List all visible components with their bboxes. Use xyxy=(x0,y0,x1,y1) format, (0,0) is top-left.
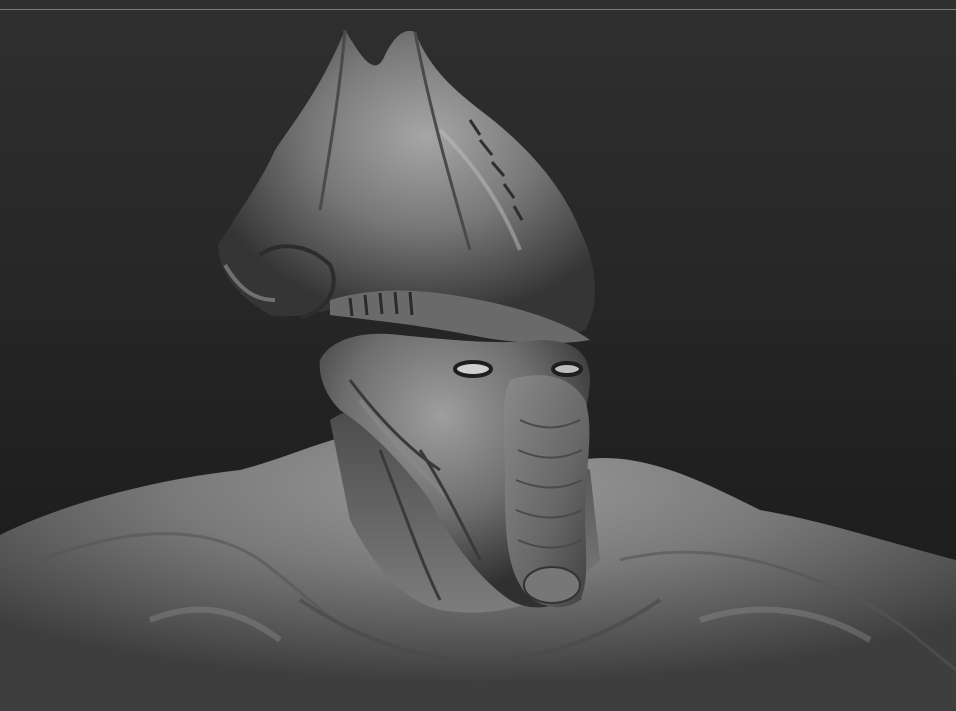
canvas-viewport[interactable] xyxy=(0,0,956,711)
crest-mesh xyxy=(218,30,595,335)
right-eye xyxy=(551,361,583,377)
left-eye xyxy=(453,360,493,378)
sculpted-creature-render[interactable] xyxy=(0,0,956,711)
